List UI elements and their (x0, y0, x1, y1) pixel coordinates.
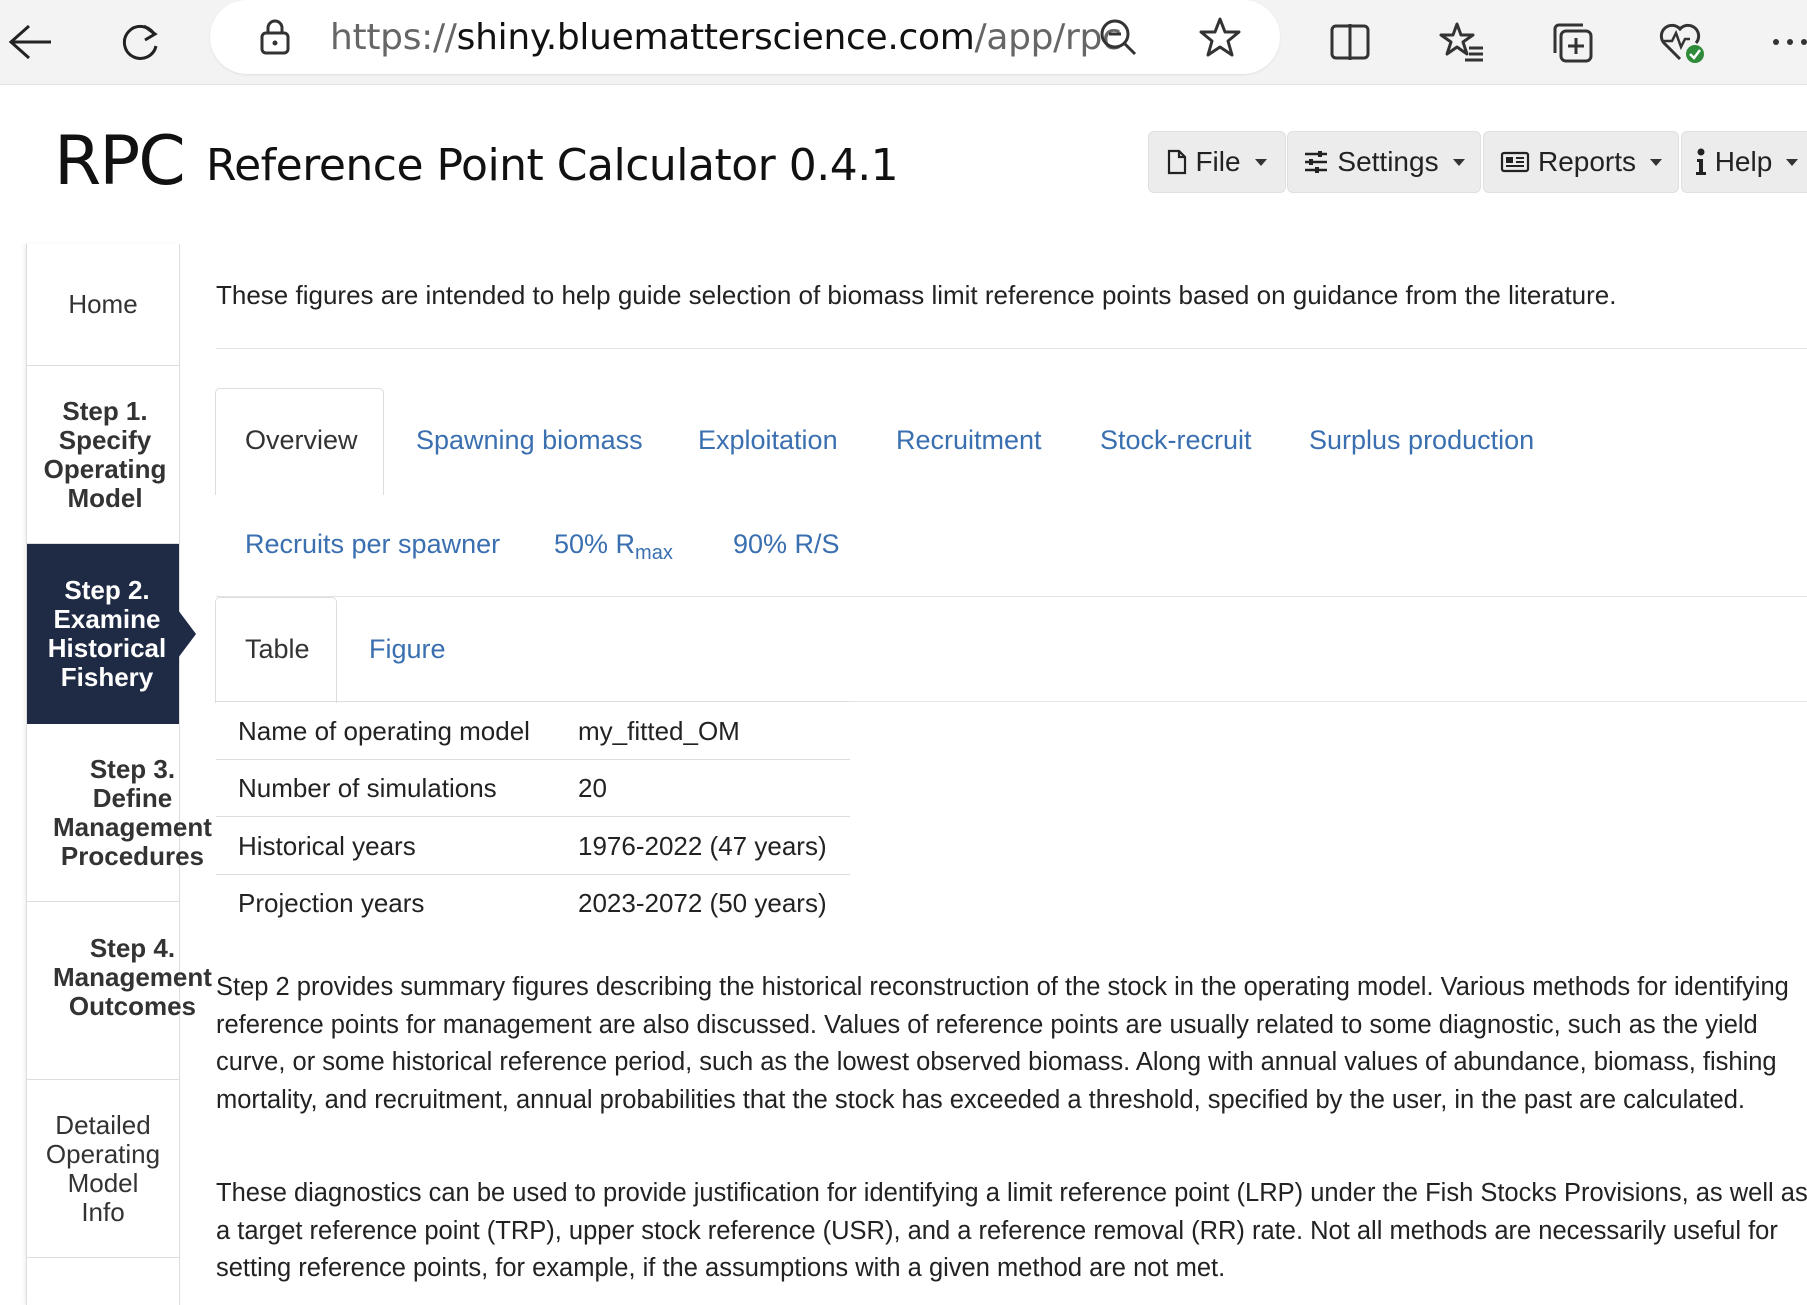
browser-toolbar: https://shiny.bluematterscience.com/app/… (0, 0, 1807, 85)
tab-overview[interactable]: Overview (245, 425, 358, 456)
sidebar-item-home[interactable]: Home (27, 244, 179, 366)
sidebar-item-label: Fishery (60, 662, 154, 692)
sidebar-item-label: Step 4. (89, 933, 176, 963)
tab-recruits-per-spawner[interactable]: Recruits per spawner (245, 529, 500, 560)
subtab-figure[interactable]: Figure (369, 634, 446, 665)
reports-menu-label: Reports (1537, 146, 1637, 177)
description-paragraph: Step 2 provides summary figures describi… (216, 973, 1789, 1114)
table-cell: 2023-2072 (50 years) (578, 888, 827, 918)
settings-menu-label: Settings (1337, 146, 1439, 177)
tab-exploitation[interactable]: Exploitation (698, 425, 838, 456)
table-cell: Historical years (238, 831, 416, 861)
refresh-icon[interactable] (114, 16, 166, 68)
table-cell: my_fitted_OM (578, 716, 740, 746)
reports-menu[interactable]: Reports (1483, 131, 1679, 193)
split-screen-icon[interactable] (1324, 16, 1376, 68)
table-row-divider (216, 816, 850, 817)
sidebar: Home Step 1. Specify Operating Model Ste… (26, 244, 212, 1305)
sidebar-item-label: Home (68, 289, 138, 319)
tab-surplus-production[interactable]: Surplus production (1309, 425, 1534, 456)
file-icon (1168, 149, 1187, 175)
sidebar-item-detailed-om-info[interactable]: Detailed Operating Model Info (27, 1080, 179, 1258)
sidebar-item-label: Define (92, 782, 173, 813)
collections-icon[interactable] (1546, 16, 1598, 68)
table-cell: Projection years (238, 888, 425, 918)
sidebar-item-label: Management (53, 962, 212, 992)
sidebar-item-step2[interactable]: Step 2. Examine Historical Fishery (27, 544, 179, 724)
sidebar-item-label: Step 3. (89, 753, 176, 784)
sidebar-item-label: Operating (43, 453, 167, 484)
sidebar-item-label: Model (67, 1167, 139, 1198)
sidebar-item-step1[interactable]: Step 1. Specify Operating Model (27, 366, 179, 544)
table-cell: Number of simulations (238, 773, 497, 803)
intro-text: These figures are intended to help guide… (216, 280, 1617, 310)
help-menu[interactable]: Help (1681, 131, 1807, 193)
divider (216, 348, 1807, 349)
tab-spawning-biomass[interactable]: Spawning biomass (416, 425, 643, 456)
tab-50-rmax[interactable]: 50% Rmax (554, 529, 673, 565)
file-menu-label: File (1195, 146, 1241, 177)
active-step-indicator (178, 610, 196, 658)
chevron-down-icon (1786, 158, 1799, 166)
info-icon (1695, 148, 1706, 175)
sidebar-item-label: Historical (47, 633, 167, 663)
sidebar-item-label: Specify (58, 424, 152, 455)
tabs-divider (216, 596, 1807, 597)
favorites-icon[interactable] (1436, 16, 1488, 68)
file-menu[interactable]: File (1148, 131, 1286, 193)
zoom-out-icon[interactable] (1098, 17, 1138, 62)
sidebar-item-label: Info (81, 1196, 125, 1227)
tab-50-rmax-label: 50% R (554, 529, 636, 559)
chevron-down-icon (1452, 158, 1465, 166)
sidebar-item-step4[interactable]: Step 4. Management Outcomes (27, 902, 212, 1080)
star-icon[interactable] (1198, 15, 1242, 64)
sidebar-item-label: Examine (53, 604, 161, 634)
settings-menu[interactable]: Settings (1287, 131, 1481, 193)
sidebar-item-label: Outcomes (68, 991, 197, 1021)
address-bar[interactable]: https://shiny.bluematterscience.com/app/… (210, 0, 1280, 74)
sidebar-item-label: Model (67, 482, 143, 513)
sidebar-item-label: Procedures (60, 840, 204, 871)
sidebar-item-label: Operating (45, 1138, 161, 1169)
lock-icon[interactable] (258, 18, 292, 61)
table-row-divider (216, 874, 850, 875)
table-row-divider (216, 701, 850, 702)
sidebar-item-label: Detailed (55, 1109, 151, 1140)
tab-90-rs[interactable]: 90% R/S (733, 529, 840, 560)
health-icon[interactable] (1656, 16, 1708, 68)
tab-50-rmax-subscript: max (635, 542, 673, 564)
table-row-divider (216, 759, 850, 760)
table-cell: 20 (578, 773, 607, 803)
table-cell: 1976-2022 (47 years) (578, 831, 827, 861)
chevron-down-icon (1254, 158, 1267, 166)
sidebar-item-step3[interactable]: Step 3. Define Management Procedures (27, 724, 212, 902)
sidebar-item-label: Step 1. (62, 395, 148, 426)
subtab-table[interactable]: Table (245, 634, 310, 665)
sidebar-item-label: Management (53, 811, 212, 842)
description-paragraph: These diagnostics can be used to provide… (216, 1179, 1807, 1282)
chevron-down-icon (1650, 158, 1663, 166)
tab-stock-recruit[interactable]: Stock-recruit (1100, 425, 1252, 456)
app-brand: RPC (54, 122, 186, 201)
sidebar-item-label: Step 2. (64, 575, 150, 605)
help-menu-label: Help (1714, 146, 1773, 177)
app-title: Reference Point Calculator 0.4.1 (206, 140, 899, 191)
report-icon (1500, 151, 1530, 173)
more-icon[interactable] (1764, 16, 1807, 68)
table-cell: Name of operating model (238, 716, 530, 746)
sliders-icon (1305, 151, 1328, 173)
tab-recruitment[interactable]: Recruitment (896, 425, 1042, 456)
url-text[interactable]: https://shiny.bluematterscience.com/app/… (330, 17, 1122, 58)
back-icon[interactable] (4, 16, 56, 68)
